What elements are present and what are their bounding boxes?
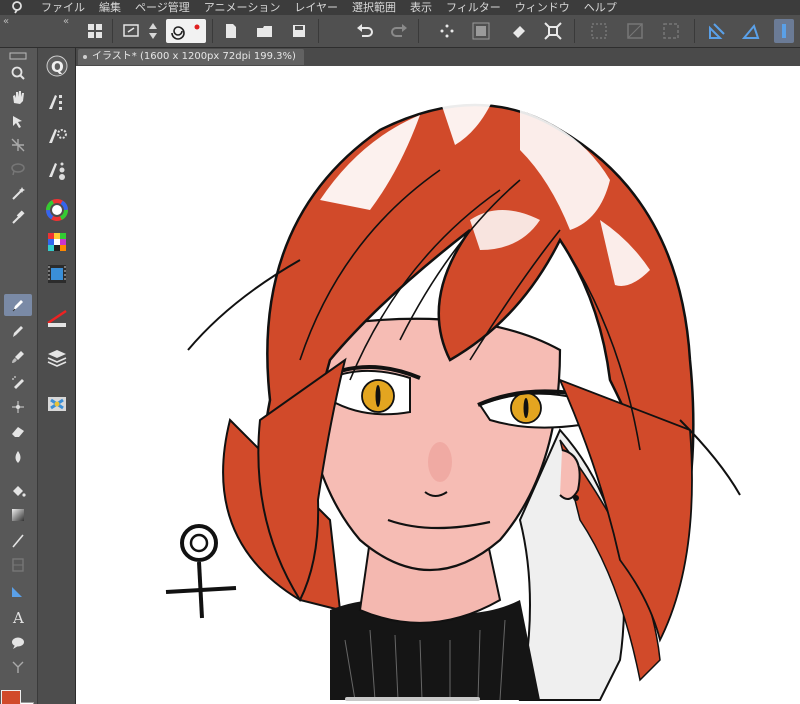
fill-icon[interactable] (4, 480, 32, 502)
open-folder-icon[interactable] (252, 19, 278, 43)
magic-wand-icon[interactable] (4, 182, 32, 204)
brush-size-icon[interactable] (43, 156, 71, 184)
menu-animation[interactable]: アニメーション (197, 0, 288, 15)
color-set-icon[interactable] (43, 228, 71, 256)
text-icon[interactable]: A (4, 606, 32, 628)
perspective-icon[interactable] (738, 19, 764, 43)
q-icon[interactable]: Q (43, 52, 71, 80)
gradient-icon[interactable] (4, 504, 32, 526)
layer-property-icon[interactable] (43, 304, 71, 332)
undo-icon[interactable] (352, 19, 378, 43)
home-indicator (345, 697, 480, 701)
document-tab[interactable]: イラスト* (1600 x 1200px 72dpi 199.3%) (78, 49, 304, 65)
redo-icon[interactable] (386, 19, 412, 43)
menu-layer[interactable]: レイヤー (287, 0, 345, 15)
main-color-swatch[interactable] (1, 690, 21, 704)
save-icon[interactable] (286, 19, 312, 43)
eraser-icon[interactable] (4, 420, 32, 442)
ruler-active-icon[interactable] (774, 19, 794, 43)
svg-text:A: A (12, 609, 24, 625)
spiral-icon[interactable] (166, 19, 206, 43)
hand-icon[interactable] (4, 86, 32, 108)
sub-tool-icon[interactable] (43, 88, 71, 116)
grip-icon[interactable] (4, 50, 32, 62)
tool-property-icon[interactable] (43, 122, 71, 150)
drawing-canvas[interactable] (76, 66, 800, 704)
menu-view[interactable]: 表示 (403, 0, 439, 15)
layers-icon[interactable] (43, 344, 71, 372)
move-icon[interactable] (4, 110, 32, 132)
menu-help[interactable]: ヘルプ (577, 0, 624, 15)
eyedropper-icon[interactable] (4, 206, 32, 228)
app-logo-icon[interactable] (0, 0, 34, 15)
ruler-icon[interactable] (4, 580, 32, 602)
collapse-right-icon[interactable]: « (63, 16, 69, 27)
palette-dock: Q (38, 48, 76, 704)
menu-edit[interactable]: 編集 (92, 0, 128, 15)
app-window: ファイル 編集 ページ管理 アニメーション レイヤー 選択範囲 表示 フィルター… (0, 0, 800, 704)
lasso-icon[interactable] (4, 158, 32, 180)
menu-file[interactable]: ファイル (34, 0, 92, 15)
collapse-left-icon[interactable]: « (3, 16, 9, 27)
menu-filter[interactable]: フィルター (439, 0, 508, 15)
snap-icon[interactable] (434, 19, 460, 43)
fit-icon[interactable] (540, 19, 566, 43)
illustration-artwork (165, 93, 741, 701)
invert-icon[interactable] (622, 19, 648, 43)
line-icon[interactable] (4, 530, 32, 552)
new-file-icon[interactable] (218, 19, 244, 43)
correction-icon[interactable] (4, 656, 32, 678)
pencil-icon[interactable] (4, 320, 32, 342)
ruler-snap-icon[interactable] (704, 19, 730, 43)
decoration-icon[interactable] (4, 396, 32, 418)
menu-page[interactable]: ページ管理 (128, 0, 197, 15)
document-tab-bar: イラスト* (1600 x 1200px 72dpi 199.3%) (76, 48, 800, 66)
pen-icon[interactable] (4, 294, 32, 316)
airbrush-icon[interactable] (4, 372, 32, 394)
tool-palette: A (0, 48, 38, 704)
unsaved-dot-icon (83, 55, 87, 59)
clear-icon[interactable] (506, 19, 532, 43)
grid-icon[interactable] (82, 19, 108, 43)
balloon-icon[interactable] (4, 632, 32, 654)
invert-icon[interactable] (658, 19, 684, 43)
navigator-icon[interactable] (118, 19, 144, 43)
blend-icon[interactable] (4, 446, 32, 468)
menu-window[interactable]: ウィンドウ (508, 0, 577, 15)
color-wheel-icon[interactable] (43, 196, 71, 224)
brush-icon[interactable] (4, 346, 32, 368)
up-down-arrows-icon[interactable] (146, 19, 160, 43)
frame-icon[interactable] (4, 554, 32, 576)
svg-text:Q: Q (51, 58, 64, 76)
timeline-icon[interactable] (43, 260, 71, 288)
zoom-icon[interactable] (4, 62, 32, 84)
material-icon[interactable] (43, 390, 71, 418)
transform-layer-icon[interactable] (4, 134, 32, 156)
menu-bar: ファイル 編集 ページ管理 アニメーション レイヤー 選択範囲 表示 フィルター… (0, 0, 800, 15)
document-tab-title: イラスト* (1600 x 1200px 72dpi 199.3%) (92, 51, 296, 62)
menu-selection[interactable]: 選択範囲 (345, 0, 403, 15)
command-bar: « « (0, 15, 800, 48)
deselect-icon[interactable] (586, 19, 612, 43)
transform-icon[interactable] (468, 19, 494, 43)
